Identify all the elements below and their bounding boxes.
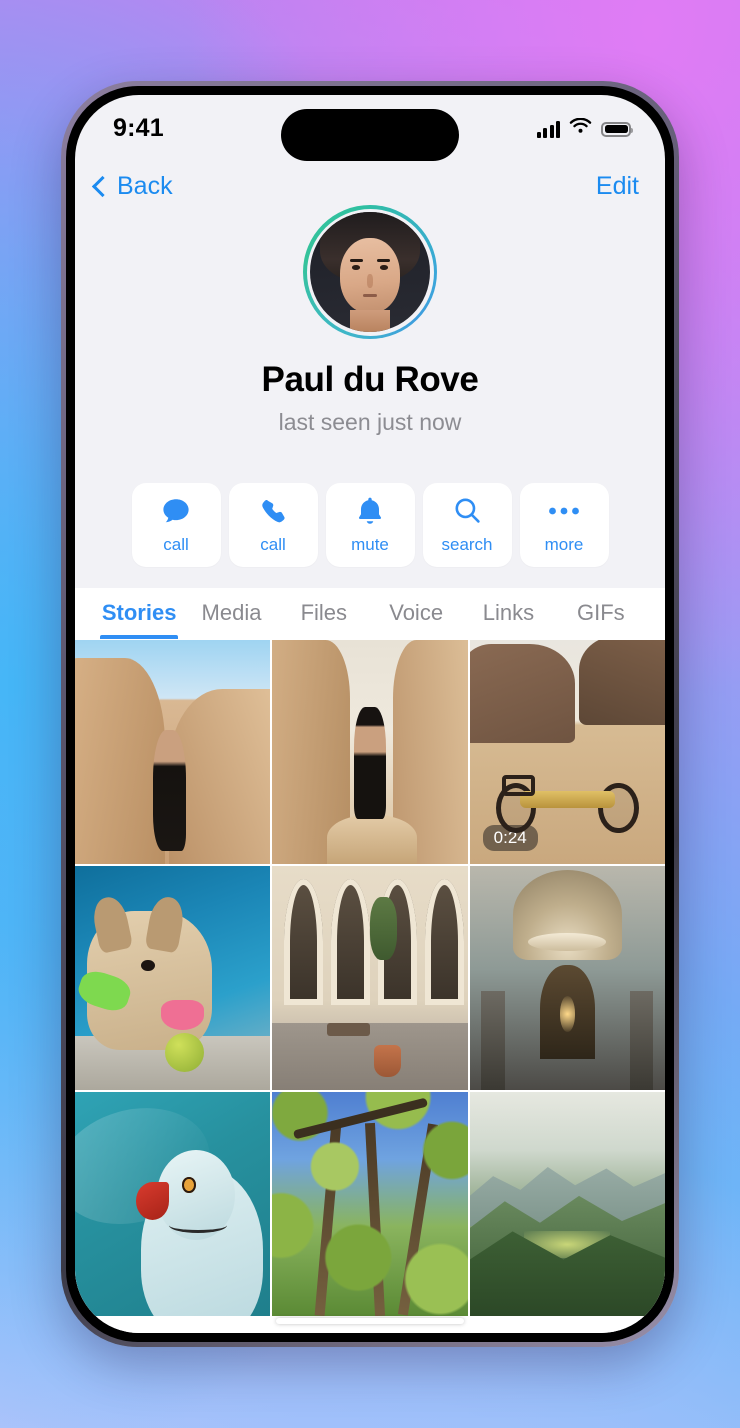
battery-full-icon [601,121,634,137]
wifi-icon [569,117,592,140]
media-grid-item[interactable]: 0:24 [469,640,665,864]
action-button-call[interactable]: call [228,483,318,567]
action-button-row: call call mute search more [75,483,665,567]
ellipsis-icon [547,496,581,526]
tab-files[interactable]: Files [278,600,370,639]
action-button-mute-label: mute [351,534,389,554]
media-grid-item[interactable] [469,1092,665,1316]
action-button-search-label: search [441,534,493,554]
home-indicator[interactable] [276,1318,464,1324]
media-grid-item[interactable] [75,866,271,1090]
message-bubble-icon [159,496,193,526]
cellular-bars-icon [536,120,560,138]
tab-links[interactable]: Links [462,600,554,639]
tab-media[interactable]: Media [185,600,277,639]
tab-voice[interactable]: Voice [370,600,462,639]
back-button[interactable]: Back [91,172,173,201]
media-grid-item[interactable] [469,866,665,1090]
media-grid-item[interactable] [75,1092,271,1316]
status-bar-icons [536,112,634,140]
action-button-call-label: call [260,534,286,554]
bell-icon [353,496,387,526]
avatar[interactable] [310,212,430,332]
tab-stories[interactable]: Stories [93,600,185,639]
page-title: Paul du Rove [261,360,479,399]
story-ring[interactable] [303,205,437,339]
media-grid: 0:24 [75,640,665,1333]
profile-status: last seen just now [278,409,462,435]
edit-button[interactable]: Edit [596,172,639,201]
navigation-bar: Back Edit [75,157,665,215]
phone-bezel: 9:41 Back Edit Paul du Rove last seen ju… [66,86,674,1342]
dynamic-island [281,109,459,161]
media-grid-item[interactable] [272,866,468,1090]
chevron-left-icon [91,175,114,197]
content-tabs: Stories Media Files Voice Links GIFs [75,588,665,640]
action-button-message[interactable]: call [131,483,221,567]
status-bar-clock: 9:41 [113,113,164,142]
media-grid-item[interactable] [272,1092,468,1316]
action-button-more-label: more [544,534,584,554]
back-button-label: Back [117,171,173,200]
action-button-message-label: call [163,534,189,554]
action-button-more[interactable]: more [519,483,609,567]
tab-gifs[interactable]: GIFs [555,600,647,639]
phone-icon [256,496,290,526]
phone-screen: 9:41 Back Edit Paul du Rove last seen ju… [75,95,665,1333]
edit-button-label: Edit [595,171,639,200]
search-icon [450,496,484,526]
media-grid-item[interactable] [75,640,271,864]
profile-header: Paul du Rove last seen just now [75,205,665,436]
action-button-search[interactable]: search [422,483,512,567]
avatar-inner [306,208,434,336]
action-button-mute[interactable]: mute [325,483,415,567]
phone-frame: 9:41 Back Edit Paul du Rove last seen ju… [61,81,679,1347]
media-grid-item[interactable] [272,640,468,864]
